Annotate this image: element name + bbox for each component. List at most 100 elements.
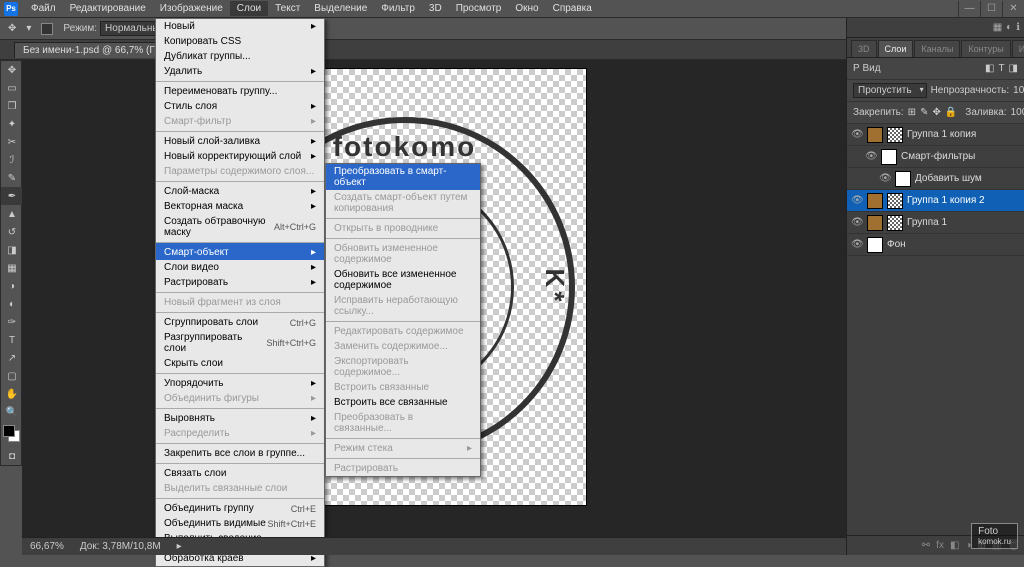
history-tool[interactable]: ↺ <box>1 223 23 241</box>
maximize-button[interactable]: ☐ <box>980 1 1002 17</box>
info-icon[interactable]: ℹ <box>1016 22 1020 33</box>
menu-item[interactable]: Новый корректирующий слой <box>156 149 324 164</box>
menu-текст[interactable]: Текст <box>268 1 307 16</box>
menu-окно[interactable]: Окно <box>508 1 545 16</box>
tab-layers[interactable]: Слои <box>878 40 914 57</box>
menu-item[interactable]: Слой-маска <box>156 181 324 199</box>
menu-item[interactable]: Скрыть слои <box>156 356 324 371</box>
menu-item[interactable]: Создать обтравочную маскуAlt+Ctrl+G <box>156 214 324 240</box>
menu-слои[interactable]: Слои <box>230 1 268 16</box>
lasso-tool[interactable]: ❐ <box>1 97 23 115</box>
menu-item[interactable]: Смарт-объект <box>156 242 324 260</box>
eyedrop-tool[interactable]: ℐ <box>1 151 23 169</box>
menu-item[interactable]: Стиль слоя <box>156 99 324 114</box>
visibility-icon[interactable]: 👁 <box>851 195 863 206</box>
close-button[interactable]: ✕ <box>1002 1 1024 17</box>
lock-icon[interactable]: ⊞ <box>908 107 916 118</box>
layer-row[interactable]: 👁Группа 1 копия 2 <box>847 190 1024 212</box>
adjust-icon[interactable]: ◐ <box>1006 22 1012 33</box>
menu-item[interactable]: Дубликат группы... <box>156 49 324 64</box>
menu-файл[interactable]: Файл <box>24 1 63 16</box>
zoom-tool[interactable]: 🔍 <box>1 403 23 421</box>
menu-item[interactable]: Удалить <box>156 64 324 79</box>
color-swatch[interactable] <box>3 425 19 443</box>
layer-row[interactable]: 👁 Группа 1 копия <box>847 124 1024 146</box>
marquee-tool[interactable]: ▭ <box>1 79 23 97</box>
wand-tool[interactable]: ✦ <box>1 115 23 133</box>
tab-history[interactable]: История <box>1012 40 1024 57</box>
menu-item[interactable]: Растрировать <box>156 275 324 290</box>
menu-фильтр[interactable]: Фильтр <box>374 1 422 16</box>
hand-tool[interactable]: ✋ <box>1 385 23 403</box>
fill-value[interactable]: 100% <box>1011 107 1024 118</box>
menu-item[interactable]: Объединить группуCtrl+E <box>156 498 324 516</box>
menu-item[interactable]: Сгруппировать слоиCtrl+G <box>156 312 324 330</box>
menu-item[interactable]: Обновить все измененное содержимое <box>326 267 480 293</box>
menu-item: Создать смарт-объект путем копирования <box>326 190 480 216</box>
menu-item[interactable]: Переименовать группу... <box>156 81 324 99</box>
zoom-level[interactable]: 66,67% <box>30 541 64 552</box>
menu-выделение[interactable]: Выделение <box>307 1 374 16</box>
layer-row[interactable]: 👁Фон <box>847 234 1024 256</box>
menu-просмотр[interactable]: Просмотр <box>449 1 509 16</box>
layer-row[interactable]: 👁Смарт-фильтры <box>847 146 1024 168</box>
blend-mode-dropdown[interactable]: Пропустить <box>853 83 927 98</box>
menu-item[interactable]: Выровнять <box>156 408 324 426</box>
visibility-icon[interactable]: 👁 <box>851 129 863 140</box>
tab-3d[interactable]: 3D <box>851 40 877 57</box>
menu-item[interactable]: Закрепить все слои в группе... <box>156 443 324 461</box>
mask-icon[interactable]: ◧ <box>950 540 959 551</box>
move-tool[interactable]: ✥ <box>1 61 23 79</box>
lock-icon-2[interactable]: ✎ <box>920 107 928 118</box>
visibility-icon[interactable]: 👁 <box>851 239 863 250</box>
layer-row[interactable]: 👁Добавить шум <box>847 168 1024 190</box>
blur-tool[interactable]: ◑ <box>1 277 23 295</box>
tab-channels[interactable]: Каналы <box>914 40 960 57</box>
link-icon[interactable]: ⚯ <box>922 540 930 551</box>
stamp-tool[interactable]: ▲ <box>1 205 23 223</box>
menu-редактирование[interactable]: Редактирование <box>63 1 153 16</box>
menu-справка[interactable]: Справка <box>546 1 599 16</box>
menu-item[interactable]: Встроить все связанные <box>326 395 480 410</box>
type-tool[interactable]: T <box>1 331 23 349</box>
menu-item[interactable]: Упорядочить <box>156 373 324 391</box>
minimize-button[interactable]: ― <box>958 1 980 17</box>
filter-icon-2[interactable]: T <box>998 63 1004 74</box>
opacity-value[interactable]: 100% <box>1013 85 1024 96</box>
visibility-icon[interactable]: 👁 <box>865 151 877 162</box>
layer-row[interactable]: 👁Группа 1 <box>847 212 1024 234</box>
filter-icon[interactable]: ◧ <box>985 63 994 74</box>
tab-paths[interactable]: Контуры <box>961 40 1010 57</box>
eraser-tool[interactable]: ◨ <box>1 241 23 259</box>
menu-item[interactable]: Слои видео <box>156 260 324 275</box>
optbar-check1[interactable] <box>41 23 53 35</box>
pen-tool[interactable]: ✑ <box>1 313 23 331</box>
layer-name: Группа 1 копия <box>907 129 976 140</box>
path-tool[interactable]: ↗ <box>1 349 23 367</box>
lock-icon-4[interactable]: 🔒 <box>945 107 957 118</box>
shape-tool[interactable]: ▢ <box>1 367 23 385</box>
menu-item[interactable]: Новый <box>156 19 324 34</box>
quickmask-tool[interactable]: ◘ <box>1 447 23 465</box>
dodge-tool[interactable]: ◐ <box>1 295 23 313</box>
visibility-icon[interactable]: 👁 <box>879 173 891 184</box>
menu-item[interactable]: Векторная маска <box>156 199 324 214</box>
menu-item[interactable]: Объединить видимыеShift+Ctrl+E <box>156 516 324 531</box>
color-icon[interactable]: ▦ <box>993 22 1002 33</box>
lock-icon-3[interactable]: ✥ <box>932 107 940 118</box>
menu-3d[interactable]: 3D <box>422 1 449 16</box>
visibility-icon[interactable]: 👁 <box>851 217 863 228</box>
gradient-tool[interactable]: ▦ <box>1 259 23 277</box>
heal-tool[interactable]: ✎ <box>1 169 23 187</box>
menu-item[interactable]: Новый слой-заливка <box>156 131 324 149</box>
brush-tool[interactable]: ✒ <box>1 187 23 205</box>
layer-thumb <box>867 193 883 209</box>
menu-item[interactable]: Связать слои <box>156 463 324 481</box>
fx-icon[interactable]: fx <box>936 540 944 551</box>
menu-item[interactable]: Копировать CSS <box>156 34 324 49</box>
menu-item[interactable]: Разгруппировать слоиShift+Ctrl+G <box>156 330 324 356</box>
crop-tool[interactable]: ✂ <box>1 133 23 151</box>
menu-изображение[interactable]: Изображение <box>153 1 230 16</box>
filter-icon-3[interactable]: ◨ <box>1009 63 1018 74</box>
menu-item[interactable]: Преобразовать в смарт-объект <box>326 164 480 190</box>
